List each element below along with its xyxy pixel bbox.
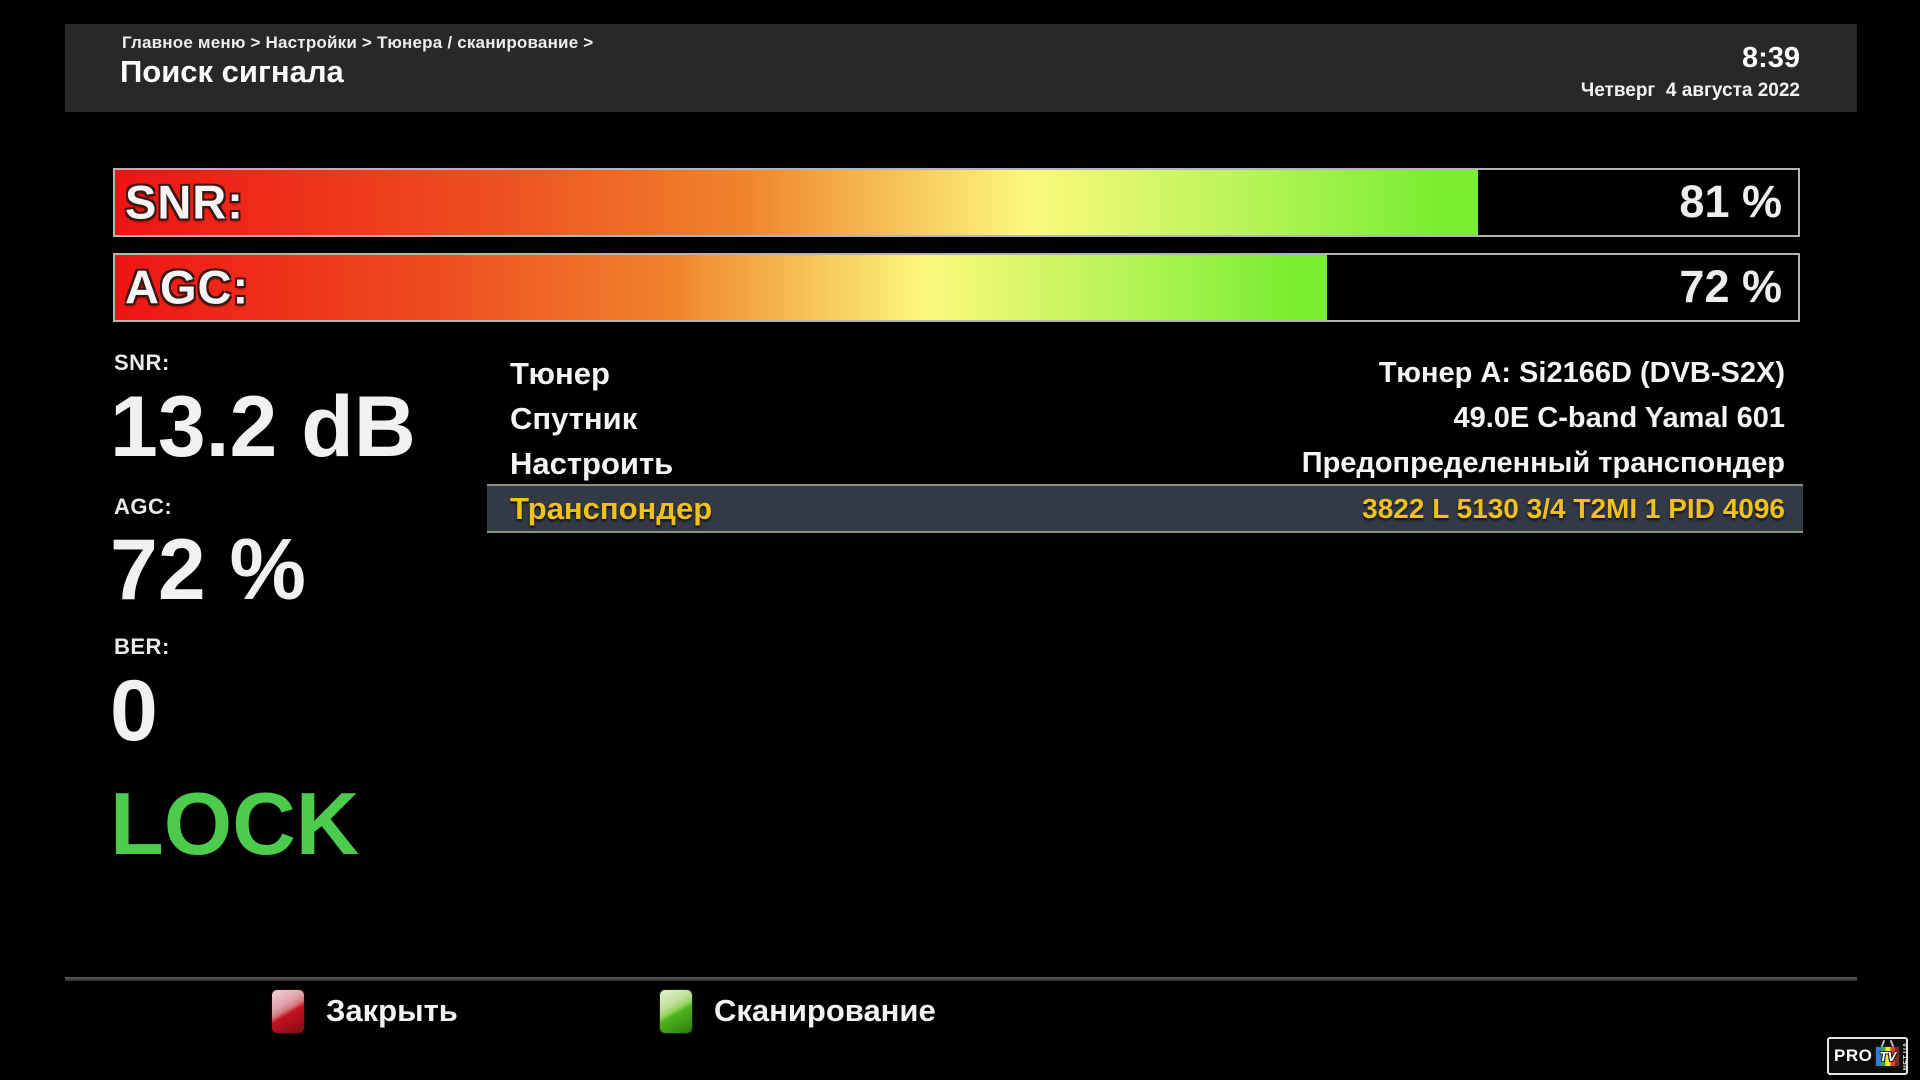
settings-row-tuner[interactable]: Тюнер Тюнер A: Si2166D (DVB-S2X) bbox=[487, 351, 1803, 396]
snr-bar-fill bbox=[115, 170, 1478, 235]
signal-search-screen: Главное меню > Настройки > Тюнера / скан… bbox=[0, 0, 1920, 1080]
brand-logo-net-text: NET.UA bbox=[1903, 1042, 1910, 1070]
page-title: Поиск сигнала bbox=[120, 54, 344, 90]
scan-button-label: Сканирование bbox=[714, 993, 936, 1029]
settings-row-label: Спутник bbox=[510, 401, 637, 437]
snr-bar-value: 81 % bbox=[1679, 175, 1782, 227]
agc-readout-value: 72 % bbox=[110, 527, 306, 613]
settings-row-label: Настроить bbox=[510, 446, 673, 482]
brand-logo: PRO TV NET.UA bbox=[1827, 1037, 1908, 1075]
snr-readout-value: 13.2 dB bbox=[110, 384, 416, 470]
header-bar: Главное меню > Настройки > Тюнера / скан… bbox=[65, 24, 1857, 112]
clock: 8:39 bbox=[1742, 42, 1800, 75]
settings-row-satellite[interactable]: Спутник 49.0E C-band Yamal 601 bbox=[487, 396, 1803, 441]
agc-bar-label: AGC: bbox=[125, 259, 249, 314]
footer-divider bbox=[65, 977, 1857, 981]
ber-readout-label: BER: bbox=[114, 634, 170, 660]
agc-bar-value: 72 % bbox=[1679, 260, 1782, 312]
close-button[interactable]: Закрыть bbox=[271, 988, 458, 1034]
settings-row-label: Тюнер bbox=[510, 356, 610, 392]
settings-row-value: Тюнер A: Si2166D (DVB-S2X) bbox=[1379, 357, 1785, 390]
snr-bar-label: SNR: bbox=[125, 174, 244, 229]
settings-row-value: 49.0E C-band Yamal 601 bbox=[1453, 402, 1785, 435]
close-button-label: Закрыть bbox=[326, 993, 458, 1029]
settings-row-value: Предопределенный транспондер bbox=[1302, 447, 1785, 480]
agc-bar-fill bbox=[115, 255, 1327, 320]
lock-status: LOCK bbox=[110, 780, 359, 868]
snr-readout-label: SNR: bbox=[114, 350, 170, 376]
scan-button[interactable]: Сканирование bbox=[659, 988, 936, 1034]
green-key-icon bbox=[659, 989, 693, 1034]
tv-icon: TV bbox=[1874, 1045, 1901, 1068]
settings-row-value: 3822 L 5130 3/4 T2MI 1 PID 4096 bbox=[1362, 493, 1785, 525]
tv-icon-label: TV bbox=[1880, 1049, 1897, 1064]
date-label: Четверг 4 августа 2022 bbox=[1581, 80, 1800, 102]
brand-logo-pro-text: PRO bbox=[1834, 1046, 1872, 1066]
breadcrumb: Главное меню > Настройки > Тюнера / скан… bbox=[122, 33, 593, 53]
ber-readout-value: 0 bbox=[110, 668, 158, 754]
agc-signal-bar: AGC: 72 % bbox=[113, 253, 1800, 322]
settings-row-transponder[interactable]: Транспондер 3822 L 5130 3/4 T2MI 1 PID 4… bbox=[487, 484, 1803, 533]
snr-signal-bar: SNR: 81 % bbox=[113, 168, 1800, 237]
settings-row-tune-mode[interactable]: Настроить Предопределенный транспондер bbox=[487, 441, 1803, 486]
settings-row-label: Транспондер bbox=[510, 491, 712, 527]
agc-readout-label: AGC: bbox=[114, 494, 172, 520]
red-key-icon bbox=[271, 989, 305, 1034]
